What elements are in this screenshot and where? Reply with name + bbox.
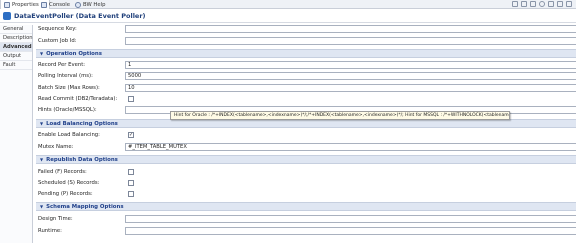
tab-console-label: Console bbox=[49, 1, 71, 8]
sidebar-item-description[interactable]: Description bbox=[0, 34, 33, 43]
design-time-row: Design Time: bbox=[34, 215, 576, 224]
pin-icon[interactable] bbox=[512, 1, 518, 7]
sidebar-item-advanced[interactable]: Advanced bbox=[0, 43, 32, 52]
help-icon[interactable] bbox=[539, 1, 545, 7]
sidebar: General Description Advanced Output Faul… bbox=[0, 25, 33, 243]
sequence-key-label: Sequence Key: bbox=[38, 26, 77, 32]
republish-data-section[interactable]: ▼ Republish Data Options bbox=[36, 155, 576, 164]
runtime-input[interactable] bbox=[125, 227, 576, 235]
batch-size-row: Batch Size (Max Rows): 10 ▲▼ bbox=[34, 84, 576, 93]
read-commit-checkbox[interactable] bbox=[128, 96, 134, 102]
polling-interval-label: Polling Interval (ms): bbox=[38, 73, 93, 79]
collapse-icon[interactable]: ▼ bbox=[40, 203, 43, 211]
page-title-text: DataEventPoller (Data Event Poller) bbox=[14, 12, 146, 20]
pending-records-checkbox[interactable] bbox=[128, 191, 134, 197]
maximize-icon[interactable] bbox=[566, 1, 572, 7]
hints-label: Hints (Oracle/MSSQL): bbox=[38, 107, 97, 113]
schema-mapping-section[interactable]: ▼ Schema Mapping Options bbox=[36, 202, 576, 211]
scheduled-records-label: Scheduled (S) Records: bbox=[38, 180, 100, 186]
tab-console[interactable]: Console bbox=[38, 0, 73, 9]
poller-icon bbox=[3, 12, 11, 20]
batch-size-label: Batch Size (Max Rows): bbox=[38, 85, 100, 91]
sequence-key-row: Sequence Key: bbox=[34, 25, 576, 34]
mutex-name-input[interactable]: #_ITEM_TABLE_MUTEX bbox=[125, 143, 576, 151]
scheduled-records-checkbox[interactable] bbox=[128, 180, 134, 186]
mutex-name-label: Mutex Name: bbox=[38, 144, 74, 150]
batch-size-input[interactable]: 10 bbox=[125, 84, 576, 92]
help-icon bbox=[75, 1, 81, 8]
properties-form: Sequence Key: Custom Job Id: ▼ Operation … bbox=[34, 23, 576, 243]
collapse-icon[interactable]: ▼ bbox=[40, 120, 43, 128]
hints-tooltip: Hint for Oracle : /*+INDEX(<tablename>,<… bbox=[170, 111, 510, 120]
sidebar-item-fault[interactable]: Fault bbox=[0, 61, 32, 70]
custom-job-id-input[interactable] bbox=[125, 37, 576, 45]
runtime-row: Runtime: bbox=[34, 227, 576, 236]
view-toolbar bbox=[512, 1, 572, 7]
custom-job-id-row: Custom Job Id: bbox=[34, 37, 576, 46]
section-title: Load Balancing Options bbox=[46, 121, 118, 127]
tab-bw-help[interactable]: BW Help bbox=[72, 0, 108, 9]
custom-job-id-label: Custom Job Id: bbox=[38, 38, 77, 44]
read-commit-label: Read Commit (DB2/Teradata): bbox=[38, 96, 118, 102]
sequence-key-input[interactable] bbox=[125, 25, 576, 33]
tab-bw-help-label: BW Help bbox=[83, 1, 106, 8]
enable-load-balancing-checkbox[interactable]: ✓ bbox=[128, 132, 134, 138]
tab-properties-label: Properties bbox=[12, 1, 39, 8]
operation-options-section[interactable]: ▼ Operation Options bbox=[36, 49, 576, 58]
section-title: Schema Mapping Options bbox=[46, 204, 124, 210]
scheduled-records-row: Scheduled (S) Records: bbox=[34, 179, 576, 188]
section-title: Operation Options bbox=[46, 51, 102, 57]
sidebar-item-general[interactable]: General bbox=[0, 25, 32, 34]
failed-records-label: Failed (F) Records: bbox=[38, 169, 87, 175]
load-balancing-section[interactable]: ▼ Load Balancing Options bbox=[36, 119, 576, 128]
pending-records-row: Pending (P) Records: bbox=[34, 190, 576, 199]
section-title: Republish Data Options bbox=[46, 157, 118, 163]
runtime-label: Runtime: bbox=[38, 228, 62, 234]
design-time-label: Design Time: bbox=[38, 216, 73, 222]
record-per-event-input[interactable]: 1 bbox=[125, 61, 576, 69]
failed-records-checkbox[interactable] bbox=[128, 169, 134, 175]
polling-interval-input[interactable]: 5000 bbox=[125, 72, 576, 80]
mutex-name-row: Mutex Name: #_ITEM_TABLE_MUTEX bbox=[34, 143, 576, 152]
console-icon bbox=[41, 1, 47, 8]
menu-icon[interactable] bbox=[548, 1, 554, 7]
pending-records-label: Pending (P) Records: bbox=[38, 191, 93, 197]
record-per-event-row: Record Per Event: 1 ▲▼ bbox=[34, 61, 576, 70]
polling-interval-row: Polling Interval (ms): 5000 ▲▼ bbox=[34, 72, 576, 81]
collapse-icon[interactable]: ▼ bbox=[40, 156, 43, 164]
enable-load-balancing-row: Enable Load Balancing: ✓ bbox=[34, 131, 576, 140]
page-title: DataEventPoller (Data Event Poller) bbox=[0, 10, 576, 22]
enable-load-balancing-label: Enable Load Balancing: bbox=[38, 132, 100, 138]
sidebar-item-output[interactable]: Output bbox=[0, 52, 32, 61]
read-commit-row: Read Commit (DB2/Teradata): bbox=[34, 95, 576, 104]
view-tab-bar: Properties ✕ Console BW Help bbox=[0, 0, 576, 9]
design-time-input[interactable] bbox=[125, 215, 576, 223]
record-per-event-label: Record Per Event: bbox=[38, 62, 86, 68]
failed-records-row: Failed (F) Records: bbox=[34, 168, 576, 177]
minimize-icon[interactable] bbox=[557, 1, 563, 7]
properties-icon bbox=[4, 1, 10, 8]
filter-icon[interactable] bbox=[521, 1, 527, 7]
collapse-icon[interactable]: ▼ bbox=[40, 50, 43, 58]
refresh-icon[interactable] bbox=[530, 1, 536, 7]
